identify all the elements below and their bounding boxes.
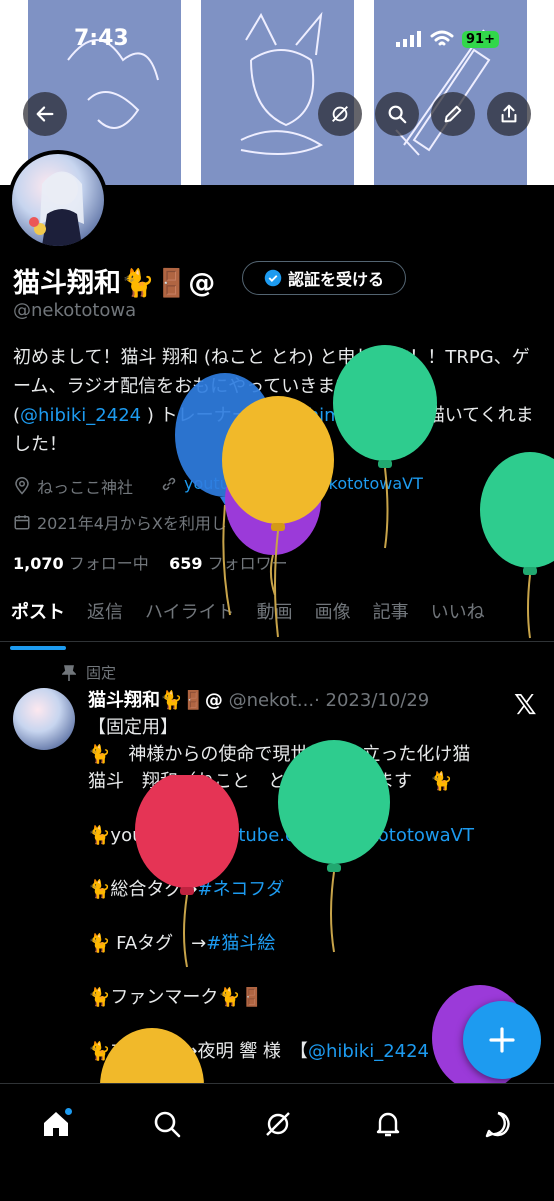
back-icon xyxy=(36,106,54,122)
bell-icon xyxy=(376,1112,400,1137)
grok-icon xyxy=(332,106,348,122)
compose-post-button[interactable] xyxy=(463,1001,541,1079)
post-line: 🐈総合タグ→#ネコフダ xyxy=(88,876,538,903)
post-line: 【固定用】 xyxy=(88,717,178,738)
battery-indicator: 91+ xyxy=(462,30,499,48)
profile-joined: 2021年4月からXを利用しています › xyxy=(13,510,303,534)
share-button[interactable] xyxy=(487,92,531,136)
chevron-right-icon[interactable]: › xyxy=(296,513,302,532)
followers-link[interactable]: 659 フォロワー xyxy=(169,554,288,573)
search-icon xyxy=(388,105,407,124)
verified-icon xyxy=(264,269,282,287)
post-body[interactable]: 【固定用】 🐈 神様からの使命で現世に降り立った化け猫 猫斗 翔和（ねこと とわ）と… xyxy=(88,714,538,1065)
post-text: 🐈ママ →夜明 響 様 【 xyxy=(88,1041,308,1062)
profile-tabs: ポスト 返信 ハイライト 動画 画像 記事 いいね xyxy=(0,595,554,650)
post-line: 🐈 FAタグ →#猫斗絵 xyxy=(88,930,538,957)
following-label: フォロー中 xyxy=(68,554,149,573)
signal-icon xyxy=(396,31,421,47)
edit-button[interactable] xyxy=(431,92,475,136)
hashtag-nekofuda[interactable]: #ネコフダ xyxy=(198,879,285,900)
status-time: 7:43 xyxy=(74,26,129,51)
nav-notifications[interactable] xyxy=(368,1104,408,1144)
follow-counts: 1,070 フォロー中 659 フォロワー xyxy=(13,550,288,574)
nav-home[interactable] xyxy=(36,1104,76,1144)
tab-posts[interactable]: ポスト xyxy=(0,595,76,650)
nav-grok[interactable] xyxy=(258,1104,298,1144)
post-date: · 2023/10/29 xyxy=(314,690,430,711)
nav-messages[interactable] xyxy=(478,1104,518,1144)
followers-count: 659 xyxy=(169,554,203,573)
post-author[interactable]: 猫斗翔和🐈🚪@ xyxy=(88,690,223,711)
profile-avatar[interactable] xyxy=(8,150,108,250)
joined-text: 2021年4月からXを利用しています xyxy=(37,514,291,533)
pin-icon xyxy=(62,664,76,681)
following-count: 1,070 xyxy=(13,554,64,573)
tab-replies[interactable]: 返信 xyxy=(76,595,134,641)
profile-bio: 初めまして！猫斗 翔和 (ねこと とわ) と申します！！TRPG、ゲーム、ラジオ… xyxy=(13,343,543,459)
bio-text: ) トレーナーは ( xyxy=(141,405,281,426)
link-icon xyxy=(162,477,176,490)
following-link[interactable]: 1,070 フォロー中 xyxy=(13,554,149,573)
profile-website[interactable]: youtube.com/c/nekototowaVT xyxy=(160,474,423,493)
grok-nav-icon xyxy=(266,1112,290,1136)
hashtag-nekotoe[interactable]: #猫斗絵 xyxy=(206,933,275,954)
nav-search[interactable] xyxy=(147,1104,187,1144)
youtube-link[interactable]: youtube.com/c/nekototowaVT xyxy=(205,825,474,846)
wifi-icon xyxy=(430,30,454,46)
post-line: 猫斗 翔和（ねこと とわ）と申します 🐈 xyxy=(88,771,453,792)
notification-dot xyxy=(65,1108,72,1115)
grok-button[interactable] xyxy=(318,92,362,136)
website-link[interactable]: youtube.com/c/nekototowaVT xyxy=(184,474,423,493)
followers-label: フォロワー xyxy=(207,554,288,573)
post-avatar[interactable] xyxy=(13,688,75,750)
profile-display-name: 猫斗翔和🐈🚪@ xyxy=(13,268,216,299)
post-line: 🐈ファンマーク🐈🚪 xyxy=(88,987,264,1008)
tab-highlights[interactable]: ハイライト xyxy=(134,595,246,641)
post-line: 🐈youtube →youtube.com/c/nekototowaVT xyxy=(88,822,538,849)
bio-mention-hibiki[interactable]: @hibiki_2424 xyxy=(20,405,141,426)
tab-articles[interactable]: 記事 xyxy=(362,595,420,641)
tab-videos[interactable]: 動画 xyxy=(246,595,304,641)
calendar-icon xyxy=(14,515,30,530)
edit-icon xyxy=(444,105,462,123)
tab-likes[interactable]: いいね xyxy=(420,595,496,641)
get-verified-label: 認証を受ける xyxy=(287,270,384,289)
location-icon xyxy=(15,477,29,495)
post-text: 🐈youtube → xyxy=(88,825,206,846)
status-icons: 91+ xyxy=(396,30,499,48)
bio-mention-shima[interactable]: @shima_san_5 xyxy=(280,405,414,426)
search-nav-icon xyxy=(154,1111,181,1138)
post-handle: @nekot... xyxy=(228,690,315,711)
post-text: 🐈 FAタグ → xyxy=(88,933,207,954)
post-text: 🐈総合タグ→ xyxy=(88,879,198,900)
back-button[interactable] xyxy=(23,92,67,136)
bottom-nav xyxy=(0,1083,554,1201)
share-icon xyxy=(501,104,517,123)
messages-icon xyxy=(485,1111,510,1138)
tab-images[interactable]: 画像 xyxy=(304,595,362,641)
post-line: 🐈 神様からの使命で現世に降り立った化け猫 xyxy=(88,744,471,765)
search-button[interactable] xyxy=(375,92,419,136)
pinned-indicator: 固定 xyxy=(62,662,116,683)
profile-handle: @nekototowa xyxy=(13,300,137,321)
mention-hibiki[interactable]: @hibiki_2424 xyxy=(308,1041,429,1062)
pinned-label: 固定 xyxy=(86,664,117,682)
get-verified-button[interactable]: 認証を受ける xyxy=(242,261,406,295)
plus-icon xyxy=(489,1027,515,1053)
profile-location: ねっここ神社 xyxy=(13,474,133,498)
location-text: ねっここ神社 xyxy=(37,478,134,497)
post-header: 猫斗翔和🐈🚪@ @nekot...· 2023/10/29 xyxy=(88,686,429,712)
